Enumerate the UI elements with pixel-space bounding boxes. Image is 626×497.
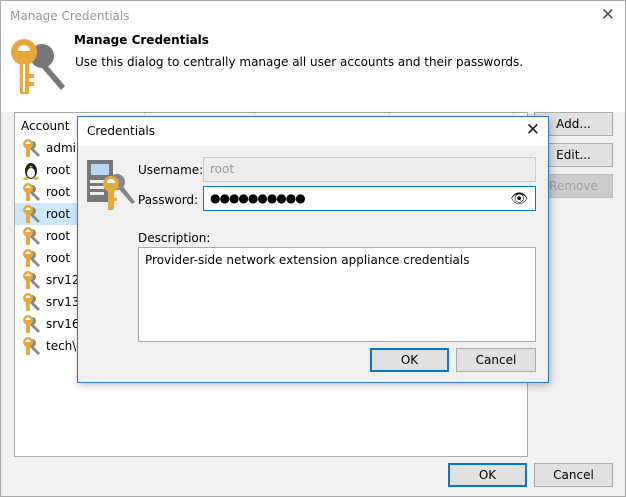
- password-label: Password:: [138, 193, 199, 207]
- password-field[interactable]: ●●●●●●●●●● 👁: [203, 186, 536, 211]
- linux-icon: [21, 160, 41, 180]
- dialog-ok-button[interactable]: OK: [370, 348, 449, 372]
- header-subtitle: Use this dialog to centrally manage all …: [75, 55, 524, 69]
- list-item-label: root: [46, 185, 71, 199]
- username-field[interactable]: root: [203, 157, 536, 182]
- credentials-dialog: Credentials ✕ Username: root Password: ●…: [77, 116, 549, 383]
- keys-icon: [11, 39, 65, 94]
- title-bar: Manage Credentials ✕: [1, 1, 625, 32]
- key-icon: [21, 314, 41, 334]
- dialog-title-bar: Credentials ✕: [78, 117, 548, 146]
- password-value: ●●●●●●●●●●: [210, 191, 306, 205]
- show-password-icon[interactable]: 👁: [510, 191, 528, 207]
- key-icon: [21, 204, 41, 224]
- key-icon: [21, 182, 41, 202]
- username-label: Username:: [138, 163, 204, 177]
- list-item-label: root: [46, 251, 71, 265]
- header: Manage Credentials Use this dialog to ce…: [1, 32, 625, 112]
- window-title: Manage Credentials: [10, 9, 130, 23]
- list-item-label: root: [46, 207, 71, 221]
- key-icon: [21, 138, 41, 158]
- column-header-account[interactable]: Account: [21, 119, 69, 133]
- description-textarea[interactable]: Provider-side network extension applianc…: [138, 247, 536, 342]
- close-icon[interactable]: ✕: [601, 5, 615, 25]
- close-icon[interactable]: ✕: [526, 120, 540, 140]
- key-icon: [21, 248, 41, 268]
- credentials-icon: [87, 160, 135, 210]
- key-icon: [21, 270, 41, 290]
- cancel-button[interactable]: Cancel: [534, 463, 613, 487]
- list-item-label: root: [46, 229, 71, 243]
- key-icon: [21, 226, 41, 246]
- description-label: Description:: [138, 231, 211, 245]
- ok-button[interactable]: OK: [448, 463, 527, 487]
- key-icon: [21, 292, 41, 312]
- header-title: Manage Credentials: [74, 33, 209, 47]
- dialog-cancel-button[interactable]: Cancel: [456, 348, 536, 372]
- dialog-title: Credentials: [87, 124, 156, 138]
- key-icon: [21, 336, 41, 356]
- list-item-label: root: [46, 163, 71, 177]
